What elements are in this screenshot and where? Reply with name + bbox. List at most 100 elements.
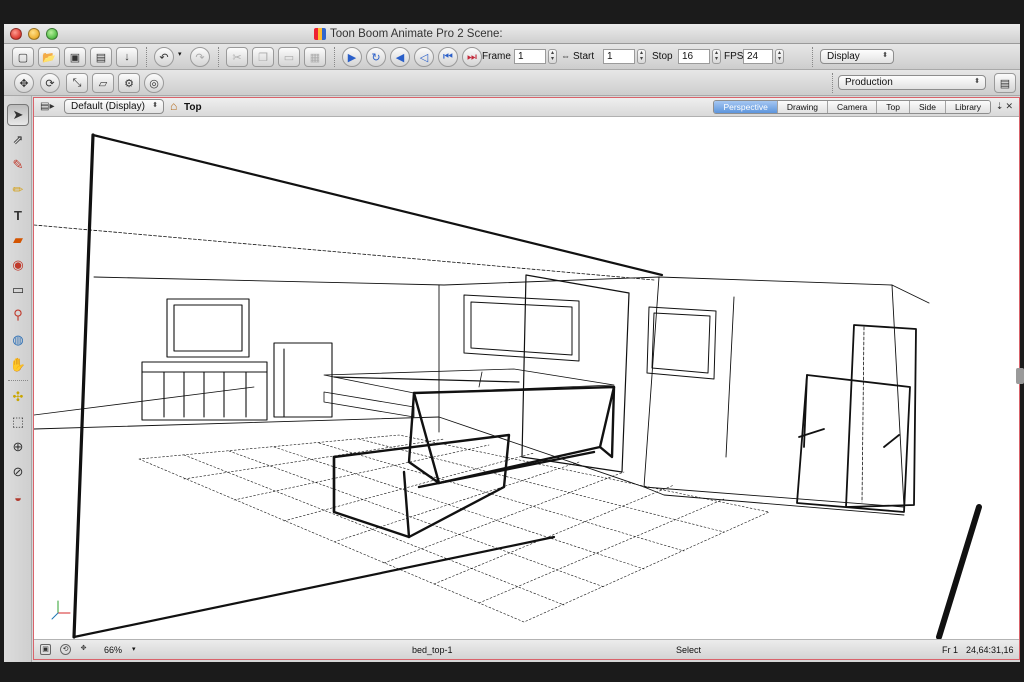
minimize-window-button[interactable] bbox=[28, 28, 40, 40]
tab-camera[interactable]: Camera bbox=[827, 101, 877, 113]
open-folder-icon[interactable]: 📂 bbox=[38, 47, 60, 67]
production-dropdown[interactable]: Production ⬍ bbox=[838, 75, 986, 90]
close-window-button[interactable] bbox=[10, 28, 22, 40]
loop-icon[interactable]: ↻ bbox=[366, 47, 386, 67]
floor-grid bbox=[138, 434, 770, 623]
axis-gizmo bbox=[51, 600, 71, 620]
eraser-tool-icon[interactable]: ▰ bbox=[7, 229, 29, 251]
zoom-window-button[interactable] bbox=[46, 28, 58, 40]
fps-label: FPS bbox=[724, 51, 744, 62]
stop-label: Stop bbox=[652, 51, 673, 62]
view-display-dropdown[interactable]: Default (Display) ⬍ bbox=[64, 99, 164, 114]
zoom-tool-icon[interactable]: ◒ bbox=[7, 486, 29, 508]
app-icon bbox=[314, 28, 326, 40]
transform-icon[interactable]: ✥ bbox=[14, 73, 34, 93]
sound-scrubbing-icon[interactable]: ◁ bbox=[414, 47, 434, 67]
rotate-icon[interactable]: ⟳ bbox=[40, 73, 60, 93]
secondary-toolbar: ✥ ⟳ ⤡ ▱ ⚙ ◎ Production ⬍ ▤ bbox=[4, 70, 1020, 96]
skew-icon[interactable]: ▱ bbox=[92, 73, 114, 93]
morph-icon[interactable]: ◎ bbox=[144, 73, 164, 93]
camera-plane bbox=[34, 133, 982, 640]
ink-tool-icon[interactable]: ◍ bbox=[7, 329, 29, 351]
view-mode-tabs: Perspective Drawing Camera Top Side Libr… bbox=[713, 100, 991, 114]
status-bar: ▣ ⟲ ✥ 66% ▾ bed_top-1 Select Fr 1 24,64:… bbox=[34, 639, 1019, 659]
start-field[interactable]: 1 bbox=[603, 49, 635, 64]
room-walls bbox=[34, 276, 930, 516]
pencil-tool-icon[interactable]: ✏ bbox=[7, 179, 29, 201]
fps-field[interactable]: 24 bbox=[743, 49, 773, 64]
link-icon: ⇔ bbox=[561, 51, 570, 61]
display-dropdown[interactable]: Display ⬍ bbox=[820, 49, 894, 64]
tab-perspective[interactable]: Perspective bbox=[714, 101, 777, 113]
start-stepper[interactable]: ▴ ▾ bbox=[637, 49, 646, 64]
import-icon[interactable]: ↓ bbox=[116, 47, 138, 67]
zoom-level[interactable]: 66% bbox=[104, 645, 122, 655]
stop-field[interactable]: 16 bbox=[678, 49, 710, 64]
first-frame-icon[interactable]: ⏮ bbox=[438, 47, 458, 67]
chevron-updown-icon: ⬍ bbox=[152, 102, 158, 109]
paint-tool-icon[interactable]: ◉ bbox=[7, 254, 29, 276]
current-layer: bed_top-1 bbox=[412, 645, 453, 655]
scale-icon[interactable]: ⤡ bbox=[66, 73, 88, 93]
drawing-canvas[interactable] bbox=[34, 117, 1019, 640]
hand-tool-icon[interactable]: ✋ bbox=[7, 354, 29, 376]
stop-stepper[interactable]: ▴ ▾ bbox=[712, 49, 721, 64]
save-as-icon[interactable]: ▤ bbox=[90, 47, 112, 67]
cut-icon[interactable]: ✂ bbox=[226, 47, 248, 67]
camera-view-panel: ▤▸ Default (Display) ⬍ ⌂ Top Perspective… bbox=[33, 97, 1020, 660]
chevron-updown-icon: ⬍ bbox=[882, 52, 888, 59]
reset-rotation-icon[interactable]: ⟲ bbox=[60, 644, 71, 655]
title-bar[interactable]: Toon Boom Animate Pro 2 Scene: bbox=[4, 24, 1020, 44]
current-tool: Select bbox=[676, 645, 702, 655]
view-location: Top bbox=[184, 102, 202, 113]
contour-editor-tool-icon[interactable]: ⇗ bbox=[7, 129, 29, 151]
reset-zoom-icon[interactable]: ✥ bbox=[78, 644, 89, 655]
panel-resize-handle[interactable] bbox=[1016, 368, 1024, 384]
tab-drawing[interactable]: Drawing bbox=[776, 101, 828, 113]
redo-icon[interactable]: ↷ bbox=[190, 47, 210, 67]
text-tool-icon[interactable]: T bbox=[7, 204, 29, 226]
new-scene-icon[interactable]: ▢ bbox=[12, 47, 34, 67]
morph-tool-icon[interactable]: ⊘ bbox=[7, 461, 29, 483]
application-window: Toon Boom Animate Pro 2 Scene: ▢ 📂 ▣ ▤ ↓… bbox=[4, 24, 1020, 662]
transform-tool-icon[interactable]: ✣ bbox=[7, 386, 29, 408]
frame-stepper[interactable]: ▴ ▾ bbox=[548, 49, 557, 64]
production-dropdown-value: Production bbox=[845, 77, 893, 88]
save-icon[interactable]: ▣ bbox=[64, 47, 86, 67]
play-icon[interactable]: ▶ bbox=[342, 47, 362, 67]
last-frame-icon[interactable]: ⏭ bbox=[462, 47, 482, 67]
brush-tool-icon[interactable]: ✎ bbox=[7, 154, 29, 176]
rectangle-tool-icon[interactable]: ▭ bbox=[7, 279, 29, 301]
panel-menu-icon[interactable]: ▤ bbox=[994, 73, 1016, 93]
frame-label: Frame bbox=[482, 51, 511, 62]
tab-library[interactable]: Library bbox=[945, 101, 990, 113]
undo-history-arrow-icon[interactable]: ▾ bbox=[178, 50, 182, 58]
paste-icon[interactable]: ▭ bbox=[278, 47, 300, 67]
view-display-value: Default (Display) bbox=[71, 101, 145, 112]
pivot-tool-icon[interactable]: ⊕ bbox=[7, 436, 29, 458]
cursor-coordinates: 24,64:31,16 bbox=[966, 645, 1014, 655]
select-tool-icon[interactable]: ➤ bbox=[7, 104, 29, 126]
tab-top[interactable]: Top bbox=[876, 101, 909, 113]
delete-icon[interactable]: ▦ bbox=[304, 47, 326, 67]
fps-stepper[interactable]: ▴ ▾ bbox=[775, 49, 784, 64]
sound-icon[interactable]: ◀ bbox=[390, 47, 410, 67]
view-header: ▤▸ Default (Display) ⬍ ⌂ Top Perspective… bbox=[34, 98, 1019, 117]
wardrobe bbox=[796, 324, 917, 513]
panel-close-icon[interactable]: ⇣✕ bbox=[996, 101, 1015, 112]
view-menu-icon[interactable]: ▤▸ bbox=[40, 101, 54, 112]
tab-side[interactable]: Side bbox=[909, 101, 946, 113]
windows bbox=[463, 294, 717, 380]
copy-icon[interactable]: ❐ bbox=[252, 47, 274, 67]
animate-icon[interactable]: ⚙ bbox=[118, 73, 140, 93]
dropper-tool-icon[interactable]: ⚲ bbox=[7, 304, 29, 326]
chevron-updown-icon: ⬍ bbox=[974, 78, 980, 85]
envelope-tool-icon[interactable]: ⬚ bbox=[7, 411, 29, 433]
home-icon[interactable]: ⌂ bbox=[170, 100, 183, 113]
undo-icon[interactable]: ↶ bbox=[154, 47, 174, 67]
tools-toolbar: ➤ ⇗ ✎ ✏ T ▰ ◉ ▭ ⚲ ◍ ✋ ✣ ⬚ ⊕ ⊘ ◒ bbox=[4, 96, 32, 662]
zoom-dropdown-icon[interactable]: ▾ bbox=[132, 645, 136, 653]
frame-field[interactable]: 1 bbox=[514, 49, 546, 64]
main-toolbar: ▢ 📂 ▣ ▤ ↓ ↶ ▾ ↷ ✂ ❐ ▭ ▦ ▶ ↻ ◀ ◁ ⏮ ⏭ Fram… bbox=[4, 44, 1020, 70]
reset-view-icon[interactable]: ▣ bbox=[40, 644, 51, 655]
